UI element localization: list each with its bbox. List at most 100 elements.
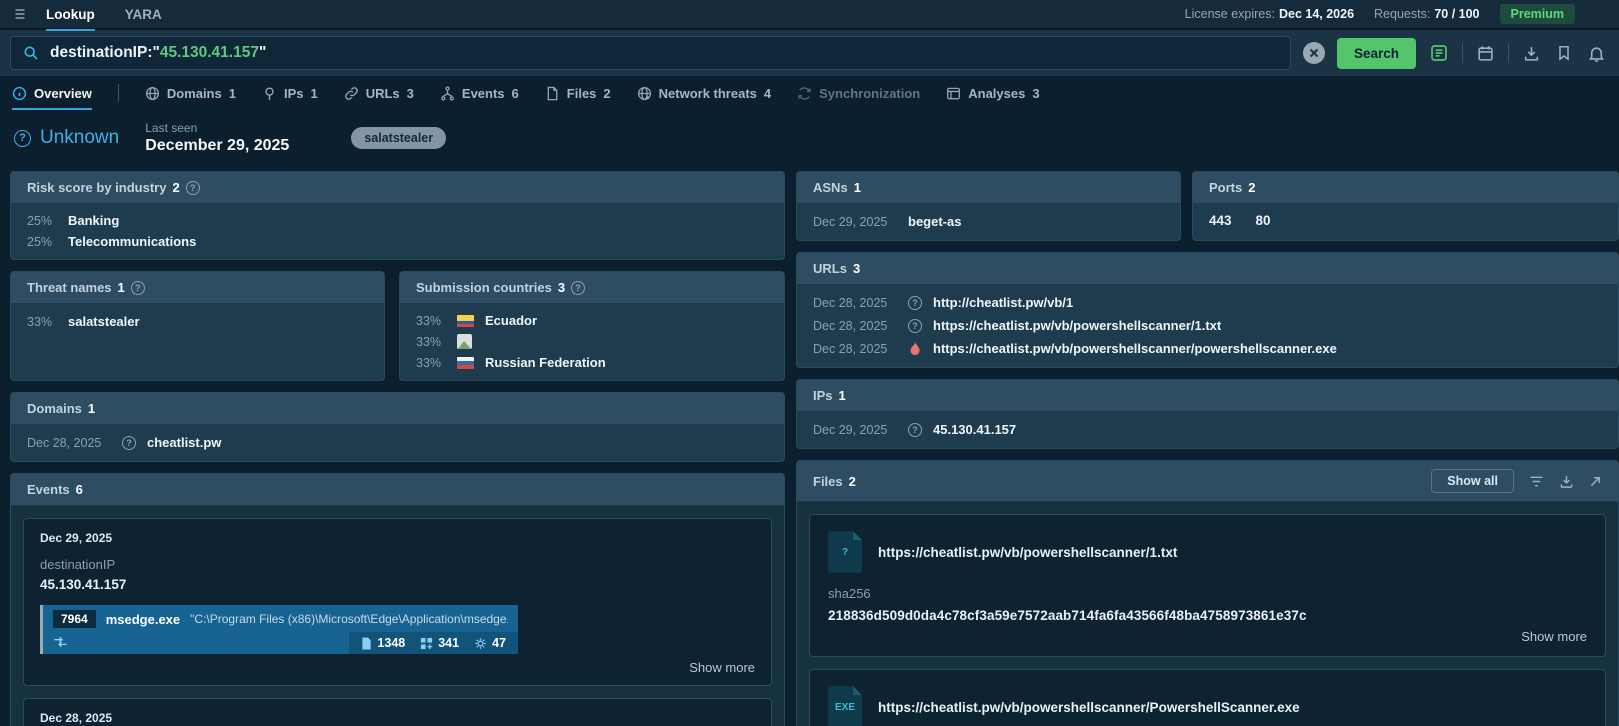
license-expires: License expires: Dec 14, 2026 <box>1184 7 1355 21</box>
risk-score-header: Risk score by industry 2 ? <box>11 172 784 204</box>
threads-counter: 47 <box>474 636 506 650</box>
download-icon[interactable] <box>1521 43 1542 64</box>
last-seen: Last seen December 29, 2025 <box>145 121 290 154</box>
verdict-unknown[interactable]: ? Unknown <box>14 127 119 149</box>
help-icon[interactable]: ? <box>130 280 145 295</box>
tab-ips[interactable]: IPs 1 <box>262 76 318 110</box>
left-column: Risk score by industry 2 ? 25% Banking 25%… <box>10 171 785 726</box>
events-card: Events 6 Dec 29, 2025 destinationIP 45.13… <box>10 473 785 726</box>
port-value[interactable]: 443 <box>1209 213 1232 228</box>
url-row: Dec 28, 2025 ? http://cheatlist.pw/vb/1 <box>813 295 1074 310</box>
ips-card: IPs 1 Dec 29, 2025 ? 45.130.41.157 <box>796 379 1619 449</box>
files-card: Files 2 Show all ? https://cheatlist.pw/… <box>796 460 1619 726</box>
bell-icon[interactable] <box>1586 43 1607 64</box>
urls-header: URLs 3 <box>797 253 1618 285</box>
url-row: Dec 28, 2025 https://cheatlist.pw/vb/pow… <box>813 341 1337 356</box>
right-column: ASNs 1 Dec 29, 2025 beget-as Ports 2 443 8… <box>796 171 1619 726</box>
result-summary: ? Unknown Last seen December 29, 2025 sa… <box>0 110 1619 168</box>
external-link-icon[interactable] <box>1589 475 1602 488</box>
hash-label: sha256 <box>828 586 871 601</box>
file-item: ? https://cheatlist.pw/vb/powershellscan… <box>809 514 1606 657</box>
tab-domains[interactable]: Domains 1 <box>145 76 236 110</box>
search-query: destinationIP:"45.130.41.157" <box>50 44 267 61</box>
divider <box>1508 43 1509 63</box>
file-type-icon: ? <box>828 531 862 573</box>
show-all-button[interactable]: Show all <box>1431 469 1514 493</box>
file-type-icon: EXE <box>828 686 862 726</box>
search-bar: destinationIP:"45.130.41.157" Search <box>0 30 1619 76</box>
help-icon[interactable]: ? <box>571 280 586 295</box>
help-icon[interactable]: ? <box>185 180 200 195</box>
tab-urls[interactable]: URLs 3 <box>344 76 414 110</box>
query-report-icon[interactable] <box>1428 42 1450 64</box>
calendar-icon[interactable] <box>1475 43 1496 64</box>
connections-icon <box>43 632 78 654</box>
malicious-flame-icon <box>908 341 922 356</box>
tab-analyses[interactable]: Analyses 3 <box>946 76 1040 110</box>
event-date: Dec 29, 2025 <box>40 531 113 545</box>
tab-files[interactable]: Files 2 <box>545 76 611 110</box>
tab-overview[interactable]: Overview <box>12 76 92 110</box>
menu-list-icon[interactable] <box>10 6 26 22</box>
threat-tag[interactable]: salatstealer <box>351 127 447 149</box>
risk-row: 25% Telecommunications <box>27 234 197 249</box>
process-row[interactable]: 7964 msedge.exe "C:\Program Files (x86)\… <box>40 605 518 654</box>
show-more-link[interactable]: Show more <box>40 660 755 675</box>
requests-quota: Requests: 70 / 100 <box>1374 7 1480 21</box>
asn-row: Dec 29, 2025 beget-as <box>813 214 962 229</box>
unknown-verdict-icon: ? <box>908 422 922 437</box>
risk-score-card: Risk score by industry 2 ? 25% Banking 25%… <box>10 171 785 260</box>
event-item: Dec 29, 2025 destinationIP 45.130.41.157… <box>23 518 772 686</box>
country-row: 33% <box>400 331 784 352</box>
question-circle-icon: ? <box>14 129 31 147</box>
unknown-verdict-icon: ? <box>122 435 136 450</box>
hash-value[interactable]: 218836d509d0da4c78cf3a59e7572aab714fa6fa… <box>828 608 1587 623</box>
overview-content: Risk score by industry 2 ? 25% Banking 25%… <box>0 168 1619 726</box>
process-cmdline: "C:\Program Files (x86)\Microsoft\Edge\A… <box>190 612 508 626</box>
divider <box>117 84 119 102</box>
port-value[interactable]: 80 <box>1256 213 1271 228</box>
result-tabs: Overview Domains 1 IPs 1 URLs 3 Events 6 Fil… <box>0 76 1619 110</box>
domain-row: Dec 28, 2025 ? cheatlist.pw <box>27 435 222 450</box>
url-row: Dec 28, 2025 ? https://cheatlist.pw/vb/p… <box>813 318 1222 333</box>
domains-card: Domains 1 Dec 28, 2025 ? cheatlist.pw <box>10 392 785 462</box>
ports-header: Ports 2 <box>1193 172 1618 204</box>
clear-search-icon[interactable] <box>1302 42 1325 64</box>
domains-header: Domains 1 <box>11 393 784 425</box>
download-icon[interactable] <box>1559 474 1574 489</box>
threat-names-header: Threat names 1 ? <box>11 272 384 304</box>
file-url[interactable]: https://cheatlist.pw/vb/powershellscanne… <box>878 545 1177 560</box>
tab-synchronization: Synchronization <box>797 76 920 110</box>
process-pid: 7964 <box>53 610 96 628</box>
event-field-label: destinationIP <box>40 557 116 572</box>
unknown-verdict-icon: ? <box>908 295 922 310</box>
threat-names-card: Threat names 1 ? 33% salatstealer <box>10 271 385 381</box>
search-input[interactable]: destinationIP:"45.130.41.157" <box>10 36 1291 70</box>
process-name: msedge.exe <box>105 611 181 627</box>
search-icon <box>23 45 39 61</box>
submission-countries-header: Submission countries 3 ? <box>400 272 784 304</box>
missing-flag-icon <box>457 334 472 349</box>
show-more-link[interactable]: Show more <box>828 629 1587 644</box>
event-ip-value: 45.130.41.157 <box>40 577 127 592</box>
modules-counter: 341 <box>420 636 459 650</box>
nav-tab-yara[interactable]: YARA <box>125 0 162 29</box>
tab-network-threats[interactable]: Network threats 4 <box>637 76 771 110</box>
files-header: Files 2 Show all <box>797 461 1618 502</box>
asns-card: ASNs 1 Dec 29, 2025 beget-as <box>796 171 1181 241</box>
event-item: Dec 28, 2025 destinationIP 45.130.41.157 <box>23 698 772 726</box>
ip-row: Dec 29, 2025 ? 45.130.41.157 <box>813 422 1017 437</box>
unknown-verdict-icon: ? <box>908 318 922 333</box>
asn-ports-row: ASNs 1 Dec 29, 2025 beget-as Ports 2 443 8… <box>796 171 1619 241</box>
filter-icon[interactable] <box>1529 475 1544 488</box>
bookmark-icon[interactable] <box>1554 43 1574 63</box>
file-item: EXE https://cheatlist.pw/vb/powershellsc… <box>809 669 1606 726</box>
ecuador-flag-icon <box>457 314 474 327</box>
search-button[interactable]: Search <box>1336 37 1416 69</box>
risk-row: 25% Banking <box>27 213 120 228</box>
threats-countries-row: Threat names 1 ? 33% salatstealer Submissi… <box>10 271 785 381</box>
tab-events[interactable]: Events 6 <box>440 76 519 110</box>
file-url[interactable]: https://cheatlist.pw/vb/powershellscanne… <box>878 700 1300 715</box>
modules-icon <box>421 637 433 649</box>
nav-tab-lookup[interactable]: Lookup <box>46 0 95 31</box>
